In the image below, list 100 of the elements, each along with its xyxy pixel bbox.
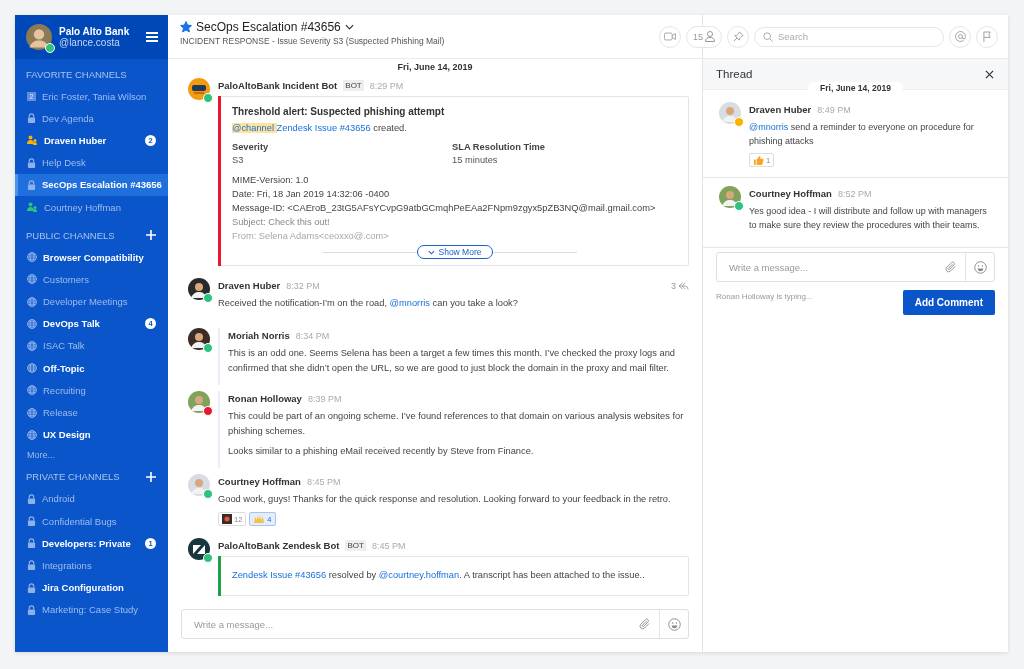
- sidebar-item[interactable]: SecOps Escalation #43656: [15, 173, 168, 196]
- message-text: This could be part of an ongoing scheme. I’ve found references to that domain on various analysis websites for phishing schemes.: [228, 410, 685, 438]
- message-text: Yes good idea - I will distribute and follow up with managers to make sure they review the procedures with their teams.: [749, 205, 988, 232]
- members-button[interactable]: 15: [686, 25, 722, 48]
- reply-count[interactable]: 3: [671, 280, 689, 291]
- date-divider: Fri, June 14, 2019: [808, 82, 903, 94]
- emoji-icon[interactable]: [973, 260, 987, 274]
- email-header-line: Date: Fri, 18 Jan 2019 14:32:06 -0400: [232, 188, 391, 201]
- message-time: 8:39 PM: [307, 393, 342, 404]
- email-header-line: Message-ID: <CAEroB_23tG5AFsYCvpG9atbGCmqhPeEAa2FNpm9zgyx5pZB3NQ@mail.gmail.com>: [232, 202, 657, 215]
- section-title: FAVORITE CHANNELS: [26, 68, 127, 80]
- chevron-down-icon[interactable]: [344, 24, 354, 30]
- channel-title[interactable]: SecOps Escalation #43656: [196, 20, 341, 34]
- user-handle: @lance.costa: [59, 37, 121, 48]
- user-avatar[interactable]: [188, 538, 210, 560]
- sidebar-item[interactable]: Jira Configuration: [15, 576, 168, 599]
- author-name[interactable]: PaloAltoBank Zendesk Bot: [218, 540, 340, 551]
- user-avatar[interactable]: [188, 278, 210, 300]
- message-composer[interactable]: Write a message...: [716, 252, 995, 282]
- sidebar-item[interactable]: Release: [15, 401, 168, 424]
- sidebar-item[interactable]: Android: [15, 487, 168, 510]
- author-name[interactable]: Draven Huber: [218, 280, 281, 291]
- lock-icon: [27, 604, 36, 615]
- message-text: This is an odd one. Seems Selena has been a target a few times this month. I’ve checked the proxy logs and confirmed that she didn’t open the URL, so we are good to just block the domain in the proxy and mail filter.: [228, 347, 677, 375]
- close-icon[interactable]: [985, 69, 994, 79]
- add-comment-button[interactable]: Add Comment: [902, 290, 995, 315]
- author-name[interactable]: Courtney Hoffman: [218, 476, 301, 487]
- link[interactable]: Zendesk Issue #43656: [276, 123, 371, 133]
- paperclip-icon[interactable]: [945, 261, 957, 273]
- message-time: 8:49 PM: [817, 104, 851, 115]
- message-composer[interactable]: Write a message...: [181, 609, 689, 639]
- sidebar-item[interactable]: Courtney Hoffman: [15, 195, 168, 219]
- sidebar-item[interactable]: Browser Compatibility: [15, 246, 168, 269]
- sidebar-item[interactable]: ISAC Talk: [15, 334, 168, 358]
- sidebar-item[interactable]: Recruiting: [15, 379, 168, 402]
- raised-hands-icon: [253, 514, 266, 524]
- lock-icon: [27, 582, 36, 593]
- message-time: 8:45 PM: [306, 476, 341, 487]
- link[interactable]: Zendesk Issue #43656: [232, 570, 327, 580]
- bot-tag: BOT: [343, 80, 364, 91]
- globe-icon: [27, 318, 37, 329]
- globe-icon: [27, 407, 37, 418]
- video-camera-icon: [664, 32, 676, 41]
- channel-mention[interactable]: @channel: [232, 123, 277, 133]
- link[interactable]: @mnorris: [749, 122, 789, 132]
- user-avatar[interactable]: [188, 328, 210, 350]
- typing-indicator: Ronan Holloway is typing...: [716, 291, 813, 301]
- card-text: @channel Zendesk Issue #43656 created.: [232, 122, 408, 135]
- lock-icon: [27, 157, 36, 168]
- message-text: @mnorris send a reminder to everyone on procedure for phishing attacks: [749, 121, 975, 148]
- sidebar-item[interactable]: Off-Topic: [15, 357, 168, 380]
- message-text: Received the notification-I’m on the road, @mnorris can you take a look?: [218, 297, 519, 310]
- sidebar-item[interactable]: Developer Meetings: [15, 290, 168, 313]
- sidebar-item[interactable]: Help Desk: [15, 151, 168, 174]
- message-time: 8:52 PM: [837, 188, 872, 199]
- message-field[interactable]: Write a message...: [194, 618, 627, 630]
- globe-icon: [27, 296, 37, 307]
- author-name[interactable]: Ronan Holloway: [228, 393, 302, 404]
- add-icon[interactable]: [146, 471, 156, 482]
- author-name[interactable]: Moriah Norris: [228, 330, 290, 341]
- sidebar-item[interactable]: UX Design: [15, 423, 168, 446]
- pin-icon: [732, 31, 744, 42]
- show-more-button[interactable]: Show More: [416, 245, 493, 259]
- author-name[interactable]: Draven Huber: [749, 104, 812, 115]
- author-name[interactable]: Courtney Hoffman: [749, 188, 832, 199]
- user-avatar[interactable]: [188, 78, 210, 100]
- globe-icon: [27, 385, 37, 396]
- message-time: 8:45 PM: [371, 540, 406, 551]
- message-text: Looks similar to a phishing eMail received recently by Steve from Finance.: [228, 445, 535, 458]
- link[interactable]: @mnorris: [389, 298, 430, 308]
- flag-icon: [982, 31, 992, 42]
- paperclip-icon[interactable]: [639, 618, 651, 630]
- section-title: PRIVATE CHANNELS: [26, 471, 120, 483]
- sidebar-item[interactable]: Confidential Bugs: [15, 510, 168, 533]
- message-text: Good work, guys! Thanks for the quick response and resolution. Looking forward to your feedback in the retro.: [218, 493, 672, 506]
- email-header-line: Subject: Check this out!: [232, 216, 331, 229]
- email-header-line: MIME-Version: 1.0: [232, 174, 310, 187]
- globe-icon: [27, 429, 37, 440]
- image-icon: [222, 514, 232, 524]
- field-label: Severity: [232, 142, 270, 152]
- message-field[interactable]: Write a message...: [729, 261, 933, 273]
- sidebar-item[interactable]: Marketing: Case Study: [15, 598, 168, 621]
- emoji-icon[interactable]: [667, 617, 681, 631]
- lock-icon: [27, 493, 36, 504]
- thumbs-up-icon: [753, 155, 764, 165]
- author-name[interactable]: PaloAltoBank Incident Bot: [218, 80, 338, 91]
- field-value: S3: [232, 155, 245, 165]
- sidebar-item[interactable]: Integrations: [15, 554, 168, 577]
- message-time: 8:34 PM: [295, 330, 330, 341]
- person-icon: [705, 31, 715, 42]
- more-link[interactable]: More...: [15, 445, 168, 460]
- lock-icon: [27, 113, 36, 124]
- add-icon[interactable]: [146, 230, 156, 241]
- star-icon[interactable]: [180, 21, 192, 33]
- menu-icon[interactable]: [146, 32, 158, 42]
- globe-icon: [27, 363, 37, 374]
- thread-title: Thread: [716, 68, 753, 80]
- lock-icon: [27, 179, 36, 190]
- sidebar-item[interactable]: Customers: [15, 268, 168, 291]
- sidebar-item[interactable]: Dev Agenda: [15, 107, 168, 130]
